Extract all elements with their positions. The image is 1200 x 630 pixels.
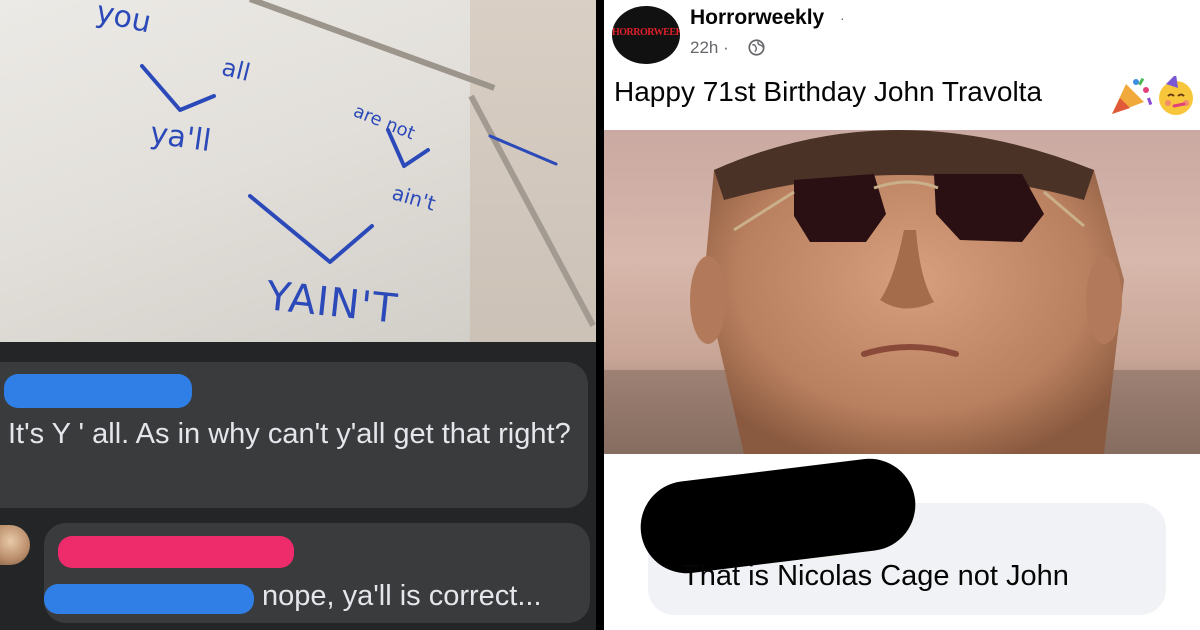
post-text: Happy 71st Birthday John Travolta — [614, 76, 1043, 107]
post-photo[interactable] — [604, 130, 1200, 454]
timestamp-value: 22h — [690, 38, 719, 57]
page-name[interactable]: Horrorweekly — [690, 6, 824, 30]
redacted-author-name — [4, 374, 192, 408]
globe-icon — [748, 39, 765, 56]
redacted-text — [44, 584, 254, 614]
comment-2-text: nope, ya'll is correct... — [262, 580, 542, 612]
post-timestamp[interactable]: 22h · — [690, 38, 729, 58]
man-with-sunglasses-image — [604, 130, 1200, 454]
comment-text: That is Nicolas Cage not John — [682, 560, 1069, 592]
comment-1-text: It's Y ' all. As in why can't y'all get … — [8, 418, 571, 450]
page-avatar[interactable]: HORRORWEEKLY — [612, 6, 680, 64]
party-popper-icon — [1112, 77, 1152, 114]
whiteboard-photo: you all ya'll are not ain't YAIN'T — [0, 0, 596, 342]
logo-text: HORRORWEEKLY — [612, 27, 680, 38]
redacted-author-name — [58, 536, 294, 568]
partying-face-icon — [1159, 76, 1193, 115]
left-meme-panel: you all ya'll are not ain't YAIN'T It's … — [0, 0, 596, 630]
right-meme-panel: HORRORWEEKLY Horrorweekly · 22h · Happy … — [604, 0, 1200, 630]
separator-dot: · — [840, 10, 845, 26]
